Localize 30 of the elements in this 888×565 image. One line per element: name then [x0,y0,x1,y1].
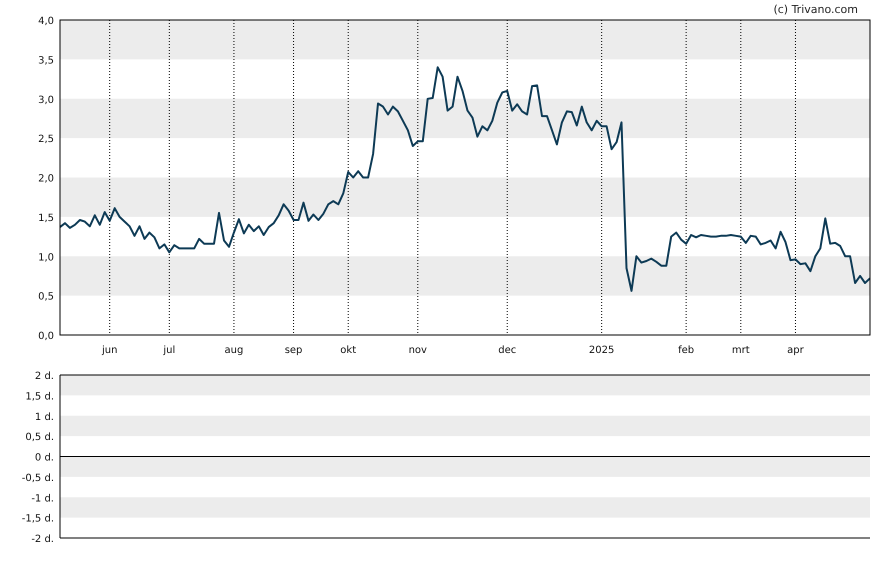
axis-label: 0 d. [34,452,54,464]
axis-label: -2 d. [31,534,54,545]
axis-label: 3,0 [38,94,54,106]
axis-label: 2 d. [34,371,54,382]
axis-label: 2025 [588,345,614,356]
axis-label: 1,0 [38,252,54,264]
axis-label: sep [284,345,302,356]
axis-label: mrt [732,345,750,356]
axis-label: 4,0 [38,16,54,27]
axis-label: nov [408,345,427,356]
axis-label: 2,5 [38,134,54,146]
axis-label: apr [787,345,804,356]
axis-label: 1,5 d. [25,391,54,402]
axis-label: -1 d. [31,493,54,504]
axis-label: 1 d. [34,412,54,423]
axis-label: 2,0 [38,174,54,184]
axis-label: 0,5 d. [25,432,54,444]
axis-label: -1,5 d. [22,514,54,525]
axis-label: okt [340,345,356,356]
credit-text: (c) Trivano.com [773,3,858,16]
axis-label: 0,0 [38,331,54,342]
axis-label: 0,5 [38,292,54,303]
axis-label: dec [498,345,516,356]
axis-label: feb [678,345,694,356]
axis-label: aug [224,345,244,356]
axis-label: 1,5 [38,212,54,224]
axis-label: -0,5 d. [22,472,54,484]
axis-label: jul [163,345,176,356]
axis-label: 3,5 [38,55,54,66]
axis-label: jun [102,345,118,356]
